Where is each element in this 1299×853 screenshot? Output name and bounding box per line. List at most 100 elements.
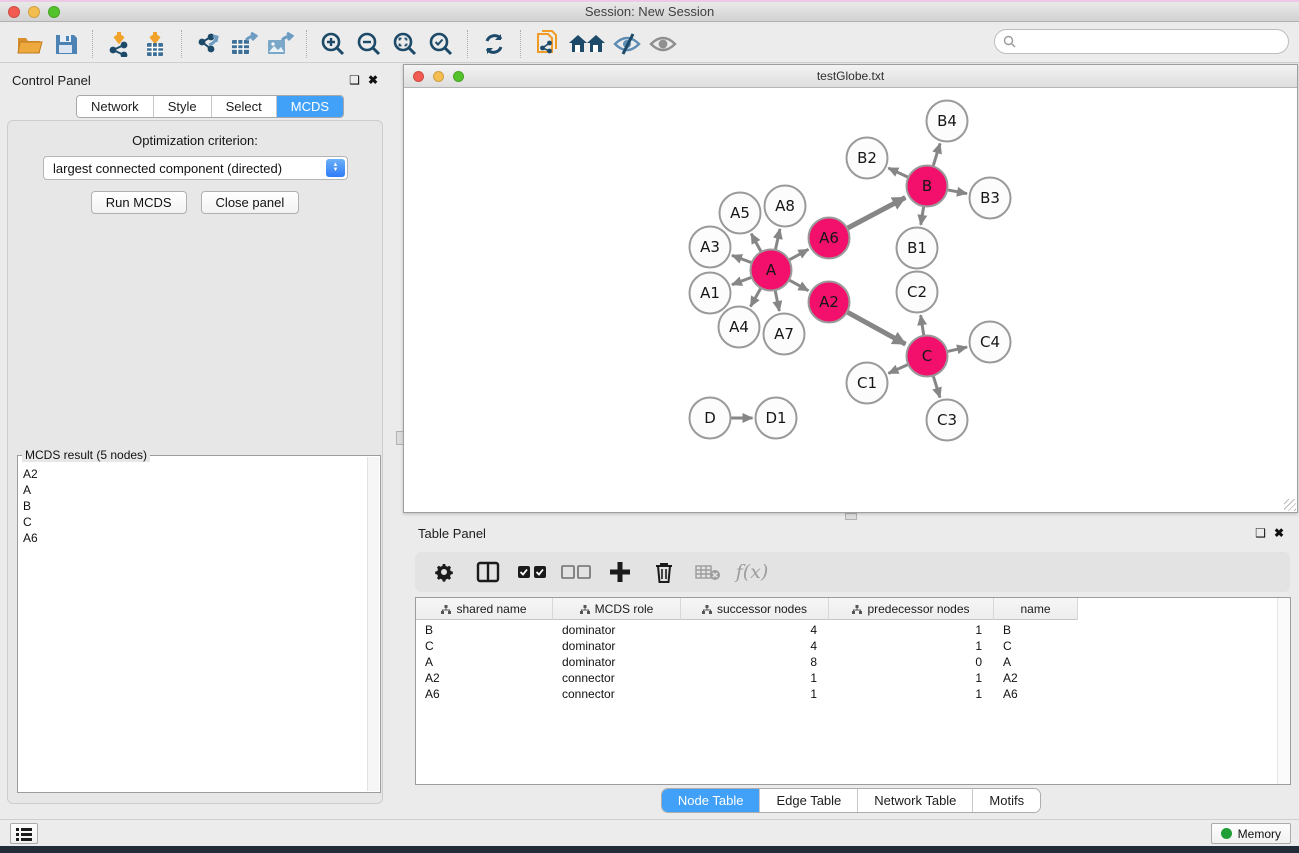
mcds-list-scrollbar[interactable] <box>367 457 379 791</box>
copy-network-document-icon[interactable] <box>529 28 565 60</box>
select-all-checkboxes-icon[interactable] <box>515 557 549 587</box>
edge-A6-B[interactable] <box>847 197 905 228</box>
edge-B-B3[interactable] <box>947 190 967 194</box>
tab-network[interactable]: Network <box>77 96 153 117</box>
import-network-icon[interactable] <box>101 28 137 60</box>
table-row-A[interactable]: Adominator80A <box>416 654 1078 670</box>
edge-B-B1[interactable] <box>921 206 924 225</box>
save-icon[interactable] <box>48 28 84 60</box>
network-graph-canvas[interactable]: B4B2BB3A8A5A6A3B1AA1C2A2A4A7C4CC1C3DD1 <box>404 89 1297 513</box>
zoom-out-icon[interactable] <box>351 28 387 60</box>
delete-table-icon[interactable] <box>691 557 725 587</box>
column-header-successor-nodes[interactable]: successor nodes <box>681 598 829 620</box>
task-history-button[interactable] <box>10 823 38 844</box>
cell-successor-nodes[interactable]: 1 <box>681 686 829 702</box>
node-table[interactable]: shared nameMCDS rolesuccessor nodesprede… <box>415 597 1291 785</box>
column-header-MCDS-role[interactable]: MCDS role <box>553 598 681 620</box>
cell-predecessor-nodes[interactable]: 1 <box>829 670 994 686</box>
edge-A-A5[interactable] <box>751 234 761 252</box>
import-table-icon[interactable] <box>137 28 173 60</box>
vertical-split-handle[interactable] <box>845 513 857 520</box>
mcds-result-item[interactable]: C <box>23 514 363 530</box>
edge-C-C3[interactable] <box>933 376 940 398</box>
criterion-select[interactable]: largest connected component (directed) ▲… <box>43 156 348 180</box>
export-table-icon[interactable] <box>226 28 262 60</box>
zoom-fit-icon[interactable] <box>387 28 423 60</box>
cell-predecessor-nodes[interactable]: 0 <box>829 654 994 670</box>
tab-edge-table[interactable]: Edge Table <box>759 789 857 812</box>
memory-button[interactable]: Memory <box>1211 823 1291 844</box>
export-network-icon[interactable] <box>190 28 226 60</box>
search-field[interactable] <box>994 29 1289 54</box>
cell-shared-name[interactable]: C <box>416 638 553 654</box>
cell-shared-name[interactable]: B <box>416 622 553 638</box>
deselect-all-checkboxes-icon[interactable] <box>559 557 593 587</box>
mcds-result-list[interactable]: A2ABCA6 <box>19 464 367 791</box>
mcds-result-item[interactable]: A <box>23 482 363 498</box>
edge-A2-C[interactable] <box>847 312 906 344</box>
edge-A-A8[interactable] <box>775 229 780 250</box>
table-row-A6[interactable]: A6connector11A6 <box>416 686 1078 702</box>
run-mcds-button[interactable]: Run MCDS <box>91 191 187 214</box>
column-header-shared-name[interactable]: shared name <box>416 598 553 620</box>
edge-A-A6[interactable] <box>789 249 808 260</box>
zoom-selected-icon[interactable] <box>423 28 459 60</box>
cell-MCDS-role[interactable]: connector <box>553 686 681 702</box>
cell-successor-nodes[interactable]: 4 <box>681 622 829 638</box>
cell-shared-name[interactable]: A2 <box>416 670 553 686</box>
search-input[interactable] <box>1021 35 1288 49</box>
edge-A-A3[interactable] <box>732 255 752 262</box>
zoom-in-icon[interactable] <box>315 28 351 60</box>
cell-MCDS-role[interactable]: dominator <box>553 622 681 638</box>
table-row-A2[interactable]: A2connector11A2 <box>416 670 1078 686</box>
export-image-icon[interactable] <box>262 28 298 60</box>
mcds-result-item[interactable]: B <box>23 498 363 514</box>
edge-A-A2[interactable] <box>789 280 808 291</box>
add-column-icon[interactable] <box>603 557 637 587</box>
tab-motifs[interactable]: Motifs <box>972 789 1040 812</box>
edge-A-A7[interactable] <box>775 290 779 311</box>
tab-style[interactable]: Style <box>153 96 211 117</box>
float-table-panel-icon[interactable]: ❑ <box>1255 526 1266 540</box>
cell-MCDS-role[interactable]: connector <box>553 670 681 686</box>
cell-name[interactable]: B <box>994 622 1078 638</box>
table-scrollbar[interactable] <box>1277 598 1290 784</box>
cell-successor-nodes[interactable]: 4 <box>681 638 829 654</box>
mcds-result-item[interactable]: A2 <box>23 466 363 482</box>
cell-predecessor-nodes[interactable]: 1 <box>829 622 994 638</box>
cell-name[interactable]: A2 <box>994 670 1078 686</box>
function-builder-icon[interactable]: f(x) <box>735 557 769 587</box>
eye-icon[interactable] <box>645 28 681 60</box>
cell-MCDS-role[interactable]: dominator <box>553 638 681 654</box>
network-window-titlebar[interactable]: testGlobe.txt <box>404 65 1297 88</box>
edge-C-C2[interactable] <box>921 315 924 336</box>
homes-icon[interactable] <box>565 28 609 60</box>
mcds-result-item[interactable]: A6 <box>23 530 363 546</box>
edge-B-B2[interactable] <box>888 168 908 177</box>
column-header-predecessor-nodes[interactable]: predecessor nodes <box>829 598 994 620</box>
cell-successor-nodes[interactable]: 1 <box>681 670 829 686</box>
tab-node-table[interactable]: Node Table <box>662 789 760 812</box>
settings-gear-icon[interactable] <box>427 557 461 587</box>
delete-column-trash-icon[interactable] <box>647 557 681 587</box>
tab-select[interactable]: Select <box>211 96 276 117</box>
edge-A-A1[interactable] <box>732 277 752 284</box>
close-panel-icon[interactable]: ✖ <box>368 73 378 87</box>
float-panel-icon[interactable]: ❑ <box>349 73 360 87</box>
cell-predecessor-nodes[interactable]: 1 <box>829 686 994 702</box>
edge-C-C1[interactable] <box>888 364 908 373</box>
cell-successor-nodes[interactable]: 8 <box>681 654 829 670</box>
tab-network-table[interactable]: Network Table <box>857 789 972 812</box>
table-row-B[interactable]: Bdominator41B <box>416 622 1078 638</box>
refresh-icon[interactable] <box>476 28 512 60</box>
split-columns-icon[interactable] <box>471 557 505 587</box>
close-table-panel-icon[interactable]: ✖ <box>1274 526 1284 540</box>
cell-predecessor-nodes[interactable]: 1 <box>829 638 994 654</box>
table-row-C[interactable]: Cdominator41C <box>416 638 1078 654</box>
tab-mcds[interactable]: MCDS <box>276 96 343 117</box>
cell-shared-name[interactable]: A <box>416 654 553 670</box>
eye-slash-icon[interactable] <box>609 28 645 60</box>
close-panel-button[interactable]: Close panel <box>201 191 300 214</box>
window-resize-grip[interactable] <box>1284 499 1296 511</box>
cell-name[interactable]: A6 <box>994 686 1078 702</box>
